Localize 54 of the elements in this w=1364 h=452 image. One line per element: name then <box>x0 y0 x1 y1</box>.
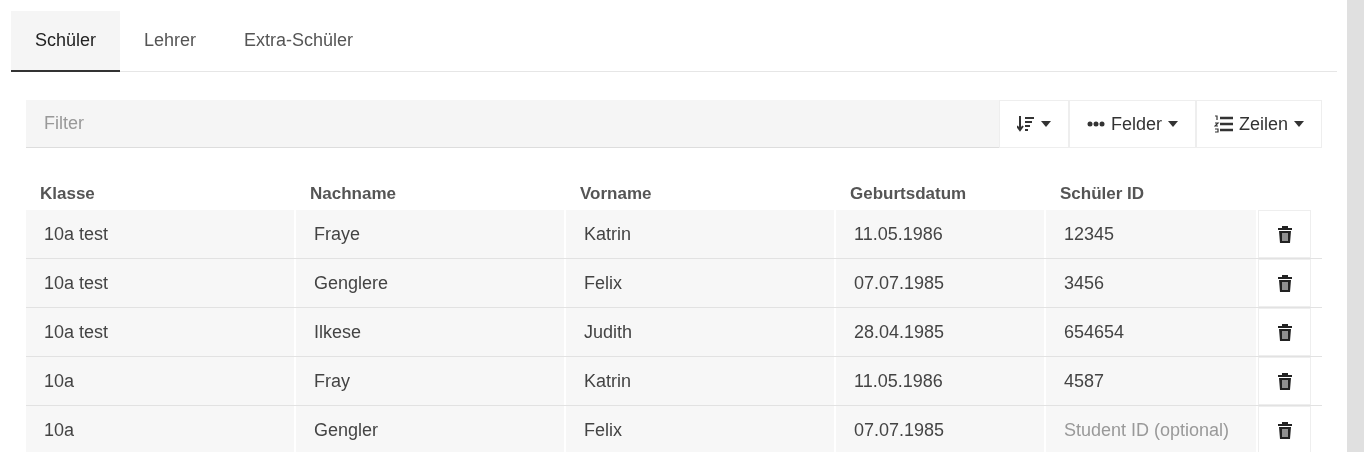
cell-field[interactable]: 654654 <box>1046 308 1258 356</box>
cell-field[interactable]: 3456 <box>1046 259 1258 307</box>
tab[interactable]: Extra-Schüler <box>220 11 378 72</box>
scrollbar[interactable] <box>1347 0 1364 452</box>
column-header: Vorname <box>579 184 653 204</box>
cell-field[interactable]: Student ID (optional) <box>1046 406 1258 452</box>
tab[interactable]: Schüler <box>11 11 121 72</box>
cell-field[interactable]: Felix <box>566 259 836 307</box>
cell-field[interactable]: Judith <box>566 308 836 356</box>
cell-field[interactable]: Fray <box>296 357 566 405</box>
cell-field[interactable]: Gengler <box>296 406 566 452</box>
cell-field[interactable]: Katrin <box>566 357 836 405</box>
cell-field[interactable]: 4587 <box>1046 357 1258 405</box>
trash-icon <box>1276 372 1293 390</box>
rows-button[interactable]: Zeilen <box>1195 100 1322 148</box>
delete-button[interactable] <box>1258 210 1311 258</box>
sort-icon <box>1016 115 1035 133</box>
dots-icon <box>1086 121 1105 127</box>
cell-field[interactable]: 11.05.1986 <box>836 357 1046 405</box>
delete-button[interactable] <box>1258 357 1311 405</box>
sort-button[interactable] <box>998 100 1069 148</box>
numbered-list-icon <box>1213 115 1233 133</box>
cell-field[interactable]: Fraye <box>296 210 566 258</box>
cell-field[interactable]: 11.05.1986 <box>836 210 1046 258</box>
caret-icon <box>1167 121 1178 127</box>
fields-button[interactable]: Felder <box>1068 100 1196 148</box>
delete-button[interactable] <box>1258 308 1311 356</box>
column-header: Geburtsdatum <box>849 184 968 204</box>
delete-button[interactable] <box>1258 406 1311 452</box>
cell-field[interactable]: 10a test <box>26 210 296 258</box>
cell-field[interactable]: 10a test <box>26 308 296 356</box>
cell-field[interactable]: 07.07.1985 <box>836 259 1046 307</box>
column-header: Nachname <box>309 184 397 204</box>
filter-field[interactable]: Filter <box>26 100 999 148</box>
tab[interactable]: Lehrer <box>120 11 221 72</box>
caret-icon <box>1294 121 1304 127</box>
cell-field[interactable]: 10a <box>26 406 296 452</box>
trash-icon <box>1276 323 1293 341</box>
column-header: Klasse <box>39 184 96 204</box>
trash-icon <box>1276 225 1293 243</box>
cell-field[interactable]: 10a <box>26 357 296 405</box>
cell-field[interactable]: Katrin <box>566 210 836 258</box>
cell-field[interactable]: 07.07.1985 <box>836 406 1046 452</box>
cell-field[interactable]: Ilkese <box>296 308 566 356</box>
cell-field[interactable]: 10a test <box>26 259 296 307</box>
trash-icon <box>1276 274 1293 292</box>
cell-field[interactable]: Felix <box>566 406 836 452</box>
cell-field[interactable]: 28.04.1985 <box>836 308 1046 356</box>
caret-icon <box>1040 121 1051 127</box>
cell-field[interactable]: Genglere <box>296 259 566 307</box>
delete-button[interactable] <box>1258 259 1311 307</box>
cell-field[interactable]: 12345 <box>1046 210 1258 258</box>
trash-icon <box>1276 421 1293 439</box>
column-header: Schüler ID <box>1059 184 1146 204</box>
